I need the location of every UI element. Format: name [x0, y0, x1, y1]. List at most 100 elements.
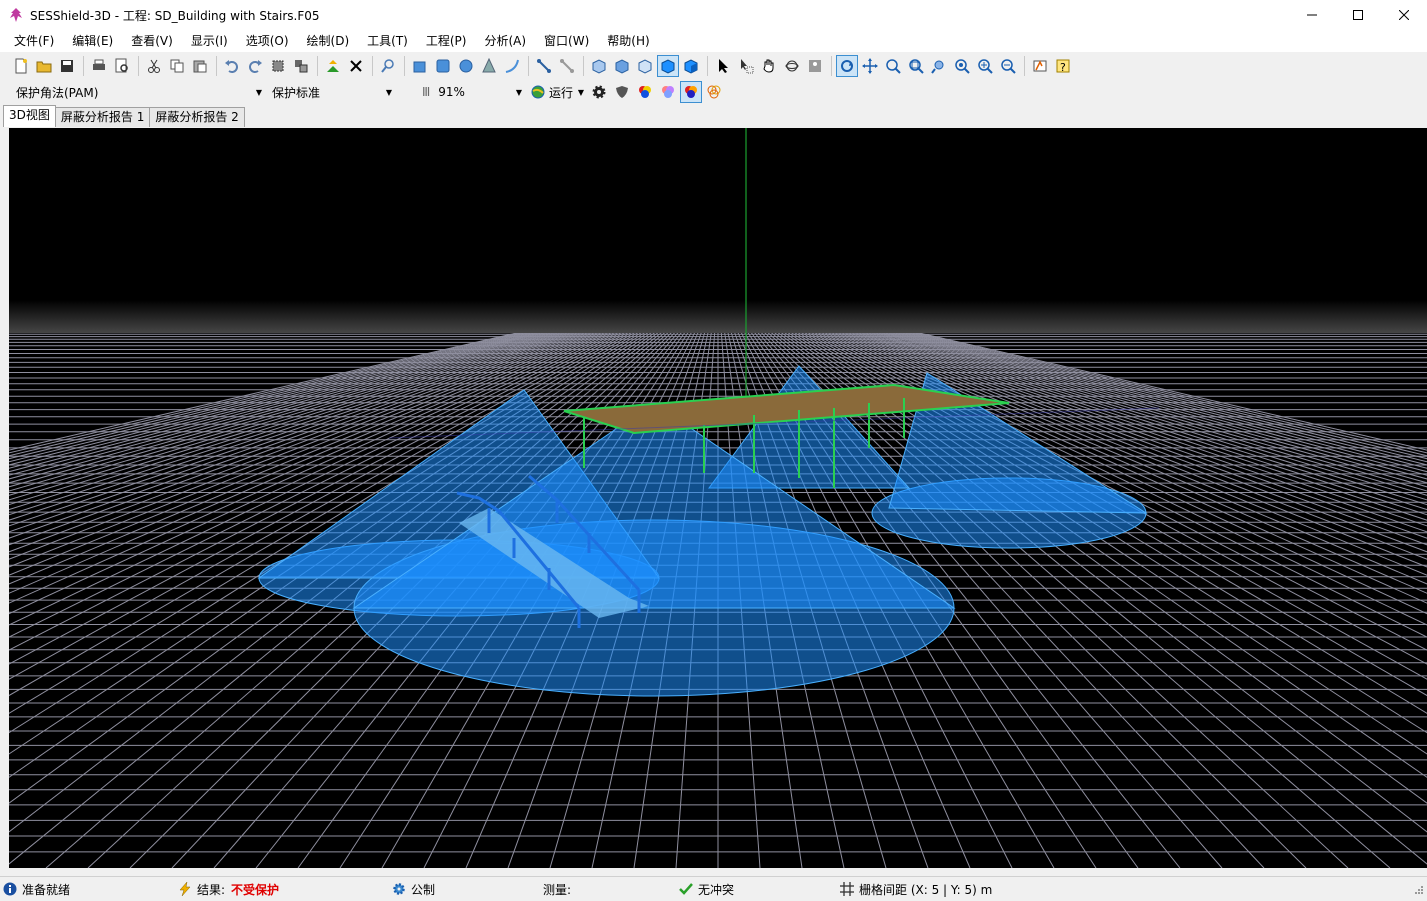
group-button[interactable] — [290, 55, 312, 77]
menu-project[interactable]: 工程(P) — [418, 30, 475, 52]
color-mode-4-button[interactable] — [703, 81, 725, 103]
menu-options[interactable]: 选项(O) — [238, 30, 297, 52]
shield-button[interactable] — [611, 81, 633, 103]
curve-icon — [505, 59, 519, 73]
paste-button[interactable] — [189, 55, 211, 77]
maximize-button[interactable] — [1335, 0, 1381, 30]
zoom-extents-button[interactable] — [951, 55, 973, 77]
menu-display[interactable]: 显示(I) — [183, 30, 236, 52]
status-measure-text: 测量: — [543, 882, 572, 897]
status-bar: 准备就绪 结果: 不受保护 公制 测量: 无冲突 栅格间距 (X: 5 | Y:… — [0, 876, 1427, 900]
run-button[interactable]: 运行 ▼ — [526, 82, 588, 102]
status-conflict-text: 无冲突 — [698, 882, 735, 897]
walk-button[interactable] — [804, 55, 826, 77]
cone-icon — [482, 58, 496, 73]
zoom-icon — [886, 59, 901, 74]
pan-button[interactable] — [758, 55, 780, 77]
zoom-out-button[interactable] — [997, 55, 1019, 77]
resize-grip[interactable] — [1412, 877, 1424, 901]
new-button[interactable] — [10, 55, 32, 77]
help-button[interactable]: ? — [1052, 55, 1074, 77]
status-result: 结果: 不受保护 — [178, 877, 279, 901]
toolbar-separator — [372, 56, 373, 76]
select-pointer-button[interactable] — [712, 55, 734, 77]
menu-tools[interactable]: 工具(T) — [359, 30, 416, 52]
zoom-select[interactable]: Ⅲ 91% ▼ — [416, 82, 526, 102]
rotate-button[interactable] — [836, 55, 858, 77]
tab-3d-view[interactable]: 3D视图 — [3, 105, 56, 127]
color-mode-2-button[interactable] — [657, 81, 679, 103]
redo-button[interactable] — [244, 55, 266, 77]
minimize-button[interactable] — [1289, 0, 1335, 30]
status-result-label: 结果: — [197, 882, 226, 897]
zoom-out-icon — [1001, 59, 1016, 74]
orbit-button[interactable] — [781, 55, 803, 77]
copy-button[interactable] — [166, 55, 188, 77]
view-iso-button[interactable] — [588, 55, 610, 77]
draw-curve-button[interactable] — [501, 55, 523, 77]
color-mode-3-button[interactable] — [680, 81, 702, 103]
export-button[interactable] — [322, 55, 344, 77]
print-preview-icon — [115, 58, 128, 73]
color-circles-active-icon — [685, 86, 697, 98]
view-shaded-button[interactable] — [680, 55, 702, 77]
menu-analysis[interactable]: 分析(A) — [476, 30, 534, 52]
draw-box-button[interactable] — [409, 55, 431, 77]
menu-view[interactable]: 查看(V) — [123, 30, 181, 52]
multi-select-button[interactable] — [735, 55, 757, 77]
grip-icon: Ⅲ — [422, 85, 431, 99]
print-button[interactable] — [88, 55, 110, 77]
connect-button[interactable] — [533, 55, 555, 77]
rectangle-icon — [436, 59, 450, 73]
draw-sphere-button[interactable] — [455, 55, 477, 77]
run-button-content: 运行 — [530, 84, 573, 101]
tab-shield-report-2[interactable]: 屏蔽分析报告 2 — [149, 107, 245, 127]
method-select[interactable]: 保护角法(PAM) ▼ — [10, 82, 266, 102]
menu-draw[interactable]: 绘制(D) — [299, 30, 358, 52]
zoom-in-button[interactable] — [974, 55, 996, 77]
delete-x-icon — [350, 60, 362, 72]
toolbar-separator — [1024, 56, 1025, 76]
copy-icon — [170, 59, 184, 73]
zoom-button[interactable] — [882, 55, 904, 77]
print-preview-button[interactable] — [111, 55, 133, 77]
3d-viewport[interactable] — [9, 128, 1427, 868]
close-button[interactable] — [1381, 0, 1427, 30]
view-front-button[interactable] — [611, 55, 633, 77]
draw-rect-button[interactable] — [432, 55, 454, 77]
cut-button[interactable] — [143, 55, 165, 77]
view-solid-button[interactable] — [657, 55, 679, 77]
delete-button[interactable] — [345, 55, 367, 77]
settings-button[interactable] — [588, 81, 610, 103]
standard-select[interactable]: 保护标准 ▼ — [266, 82, 396, 102]
toolbar-separator — [831, 56, 832, 76]
menu-file[interactable]: 文件(F) — [6, 30, 62, 52]
save-button[interactable] — [56, 55, 78, 77]
toolbar-separator — [83, 56, 84, 76]
disconnect-button[interactable] — [556, 55, 578, 77]
move-button[interactable] — [859, 55, 881, 77]
lightning-icon — [179, 882, 191, 896]
zoom-window-icon — [909, 59, 924, 74]
standard-select-value: 保护标准 — [272, 85, 321, 100]
menu-window[interactable]: 窗口(W) — [536, 30, 597, 52]
view-tabs: 3D视图 屏蔽分析报告 1 屏蔽分析报告 2 — [0, 105, 1427, 127]
color-mode-1-button[interactable] — [634, 81, 656, 103]
menu-edit[interactable]: 编辑(E) — [64, 30, 121, 52]
find-button[interactable] — [377, 55, 399, 77]
tab-shield-report-1[interactable]: 屏蔽分析报告 1 — [54, 107, 151, 127]
status-measure: 测量: — [543, 877, 571, 901]
zoom-dynamic-button[interactable] — [928, 55, 950, 77]
menu-help[interactable]: 帮助(H) — [599, 30, 657, 52]
open-button[interactable] — [33, 55, 55, 77]
view-side-button[interactable] — [634, 55, 656, 77]
scissors-icon — [148, 59, 160, 73]
properties-button[interactable] — [1029, 55, 1051, 77]
orbit-icon — [785, 60, 799, 72]
undo-button[interactable] — [221, 55, 243, 77]
draw-cone-button[interactable] — [478, 55, 500, 77]
search-icon — [381, 59, 394, 73]
zoom-window-button[interactable] — [905, 55, 927, 77]
select-region-button[interactable] — [267, 55, 289, 77]
cube-shaded-icon — [684, 59, 698, 74]
